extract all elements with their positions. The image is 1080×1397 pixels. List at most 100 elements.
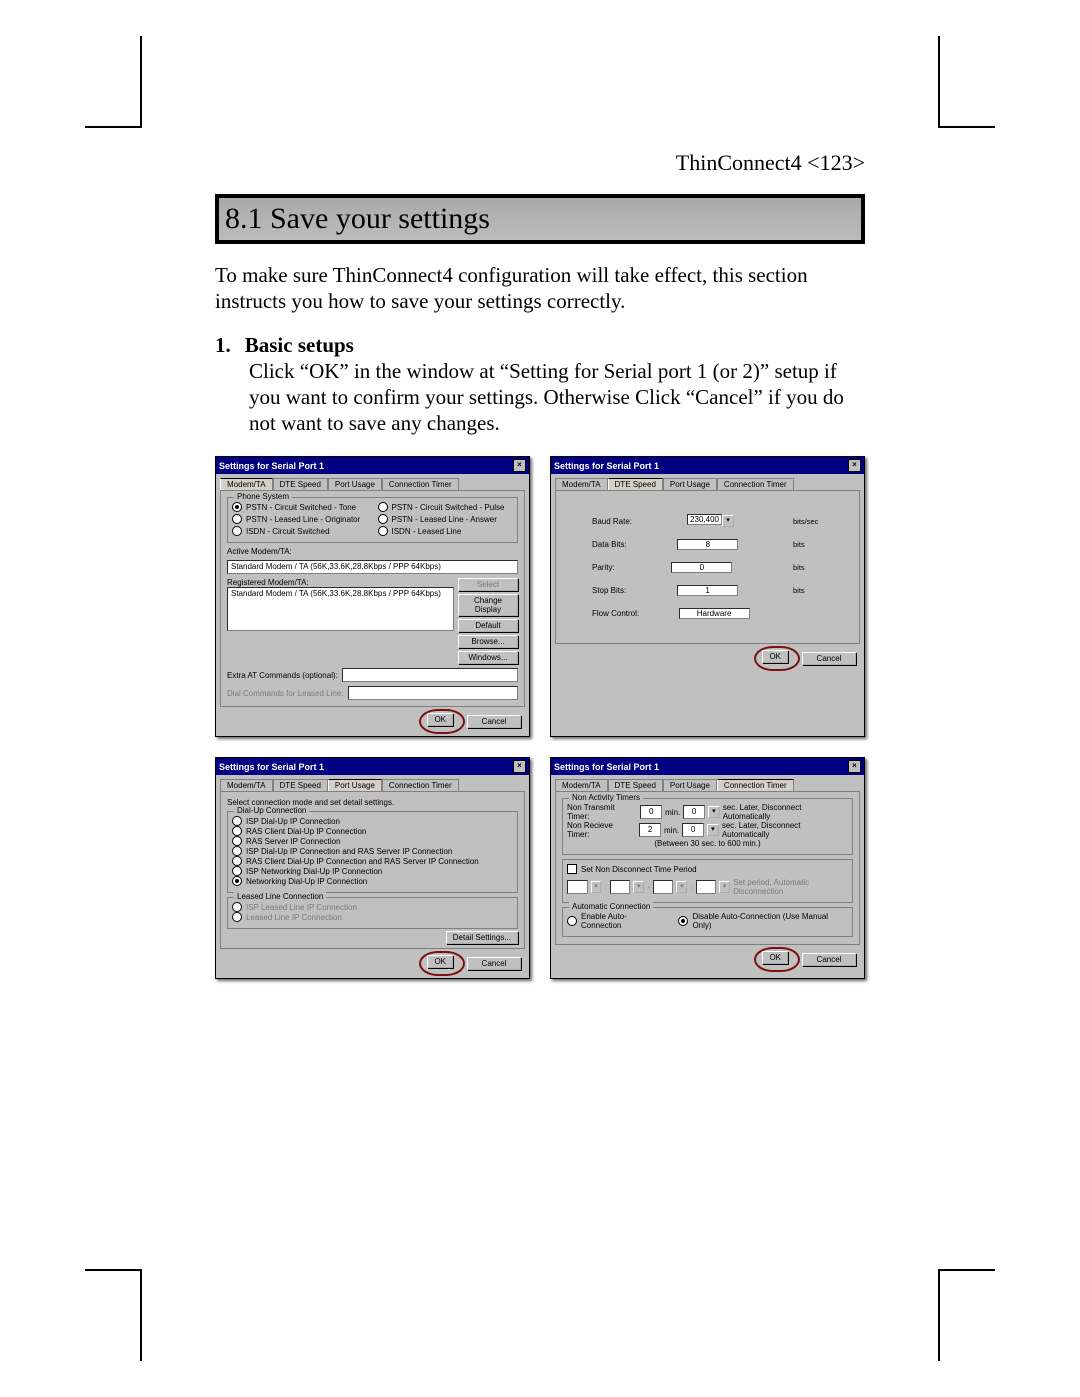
page-number: <123> — [807, 150, 865, 175]
radio-ras-client[interactable] — [232, 826, 242, 836]
group-auto-connection: Automatic Connection Enable Auto-Connect… — [562, 907, 853, 937]
tab-port-usage[interactable]: Port Usage — [328, 779, 382, 791]
ok-button[interactable]: OK — [427, 713, 453, 726]
tab-dte-speed[interactable]: DTE Speed — [273, 478, 328, 490]
radio-networking[interactable] — [232, 876, 242, 886]
dialog-connection-timer: Settings for Serial Port 1 × Modem/TA DT… — [550, 757, 865, 979]
stop-bits-value: 1 — [677, 585, 738, 596]
extra-at-input[interactable] — [342, 668, 518, 682]
dialog-dte-speed: Settings for Serial Port 1 × Modem/TA DT… — [550, 456, 865, 737]
titlebar[interactable]: Settings for Serial Port 1 × — [551, 457, 864, 474]
titlebar[interactable]: Settings for Serial Port 1 × — [216, 758, 529, 775]
tab-port-usage[interactable]: Port Usage — [663, 779, 717, 791]
cancel-button[interactable]: Cancel — [467, 957, 521, 970]
tab-modem-ta[interactable]: Modem/TA — [220, 779, 273, 791]
active-modem-label: Active Modem/TA: — [227, 547, 518, 556]
tab-modem-ta[interactable]: Modem/TA — [555, 478, 608, 490]
detail-settings-button[interactable]: Detail Settings... — [446, 931, 518, 944]
tab-connection-timer[interactable]: Connection Timer — [717, 478, 794, 490]
ok-button[interactable]: OK — [762, 951, 788, 964]
chevron-down-icon[interactable]: ▾ — [722, 515, 734, 527]
title-text: Settings for Serial Port 1 — [219, 461, 324, 471]
nt-min-input[interactable]: 0 — [640, 805, 662, 819]
cancel-button[interactable]: Cancel — [802, 953, 856, 966]
radio-rasclient-ras[interactable] — [232, 856, 242, 866]
radio-isp-dialup[interactable] — [232, 816, 242, 826]
radio-isp-networking[interactable] — [232, 866, 242, 876]
ok-button[interactable]: OK — [427, 955, 453, 968]
parity-value: 0 — [671, 562, 732, 573]
ok-button[interactable]: OK — [762, 650, 788, 663]
browse-button[interactable]: Browse... — [458, 635, 518, 648]
step-number: 1. — [215, 333, 231, 357]
data-bits-value: 8 — [677, 539, 738, 550]
radio-pstn-tone[interactable] — [232, 502, 242, 512]
flow-control-label: Flow Control: — [592, 609, 639, 618]
product-name: ThinConnect4 — [676, 150, 802, 175]
baud-rate-value[interactable]: 230,400 — [687, 514, 722, 525]
radio-auto-enable[interactable] — [567, 916, 577, 926]
nr-min-input[interactable]: 2 — [639, 823, 661, 837]
chevron-down-icon[interactable]: ▾ — [676, 881, 687, 893]
close-icon[interactable]: × — [513, 459, 526, 472]
dialog-modem-ta: Settings for Serial Port 1 × Modem/TA DT… — [215, 456, 530, 737]
registered-modem-list[interactable]: Standard Modem / TA (56K,33.6K,28.8Kbps … — [227, 587, 454, 631]
group-non-disconnect: Set Non Disconnect Time Period ▾ : ▾ - ▾… — [562, 859, 853, 903]
tab-dte-speed[interactable]: DTE Speed — [608, 478, 663, 490]
checkbox-non-disconnect[interactable] — [567, 864, 577, 874]
titlebar[interactable]: Settings for Serial Port 1 × — [551, 758, 864, 775]
cancel-button[interactable]: Cancel — [467, 715, 521, 728]
close-icon[interactable]: × — [848, 760, 861, 773]
radio-isdn-circuit[interactable] — [232, 526, 242, 536]
chevron-down-icon[interactable]: ▾ — [707, 824, 719, 836]
page-header: ThinConnect4 <123> — [215, 150, 865, 176]
titlebar[interactable]: Settings for Serial Port 1 × — [216, 457, 529, 474]
crop-mark-bl — [85, 1269, 142, 1361]
change-display-button[interactable]: Change Display — [458, 594, 518, 616]
registered-modem-label: Registered Modem/TA: — [227, 578, 454, 587]
tab-dte-speed[interactable]: DTE Speed — [273, 779, 328, 791]
tab-connection-timer[interactable]: Connection Timer — [382, 478, 459, 490]
tab-port-usage[interactable]: Port Usage — [663, 478, 717, 490]
radio-isp-ras[interactable] — [232, 846, 242, 856]
tab-dte-speed[interactable]: DTE Speed — [608, 779, 663, 791]
flow-control-value: Hardware — [679, 608, 750, 619]
nt-sec-input[interactable]: 0 — [683, 805, 705, 819]
radio-ras-server[interactable] — [232, 836, 242, 846]
windows-button[interactable]: Windows... — [458, 651, 518, 664]
tab-port-usage[interactable]: Port Usage — [328, 478, 382, 490]
chevron-down-icon[interactable]: ▾ — [633, 881, 644, 893]
radio-auto-disable[interactable] — [678, 916, 688, 926]
title-text: Settings for Serial Port 1 — [554, 461, 659, 471]
section-heading: 8.1 Save your settings — [215, 194, 865, 244]
extra-at-label: Extra AT Commands (optional): — [227, 671, 338, 680]
stop-bits-label: Stop Bits: — [592, 586, 626, 595]
title-text: Settings for Serial Port 1 — [554, 762, 659, 772]
select-button[interactable]: Select — [458, 578, 518, 591]
tab-connection-timer[interactable]: Connection Timer — [717, 779, 794, 791]
dialog-port-usage: Settings for Serial Port 1 × Modem/TA DT… — [215, 757, 530, 979]
tab-modem-ta[interactable]: Modem/TA — [555, 779, 608, 791]
cancel-button[interactable]: Cancel — [802, 652, 856, 665]
title-text: Settings for Serial Port 1 — [219, 762, 324, 772]
data-bits-label: Data Bits: — [592, 540, 627, 549]
radio-pstn-originator[interactable] — [232, 514, 242, 524]
tab-connection-timer[interactable]: Connection Timer — [382, 779, 459, 791]
default-button[interactable]: Default — [458, 619, 518, 632]
crop-mark-tl — [85, 36, 142, 128]
close-icon[interactable]: × — [848, 459, 861, 472]
radio-isp-leased[interactable] — [232, 902, 242, 912]
baud-rate-label: Baud Rate: — [592, 517, 632, 526]
radio-pstn-pulse[interactable] — [378, 502, 388, 512]
radio-isdn-leased[interactable] — [378, 526, 388, 536]
tab-modem-ta[interactable]: Modem/TA — [220, 478, 273, 490]
radio-leased[interactable] — [232, 912, 242, 922]
radio-pstn-answer[interactable] — [378, 514, 388, 524]
nr-sec-input[interactable]: 0 — [682, 823, 704, 837]
dial-commands-input[interactable] — [348, 686, 518, 700]
chevron-down-icon[interactable]: ▾ — [591, 881, 602, 893]
chevron-down-icon[interactable]: ▾ — [719, 881, 730, 893]
close-icon[interactable]: × — [513, 760, 526, 773]
chevron-down-icon[interactable]: ▾ — [708, 806, 720, 818]
crop-mark-br — [938, 1269, 995, 1361]
